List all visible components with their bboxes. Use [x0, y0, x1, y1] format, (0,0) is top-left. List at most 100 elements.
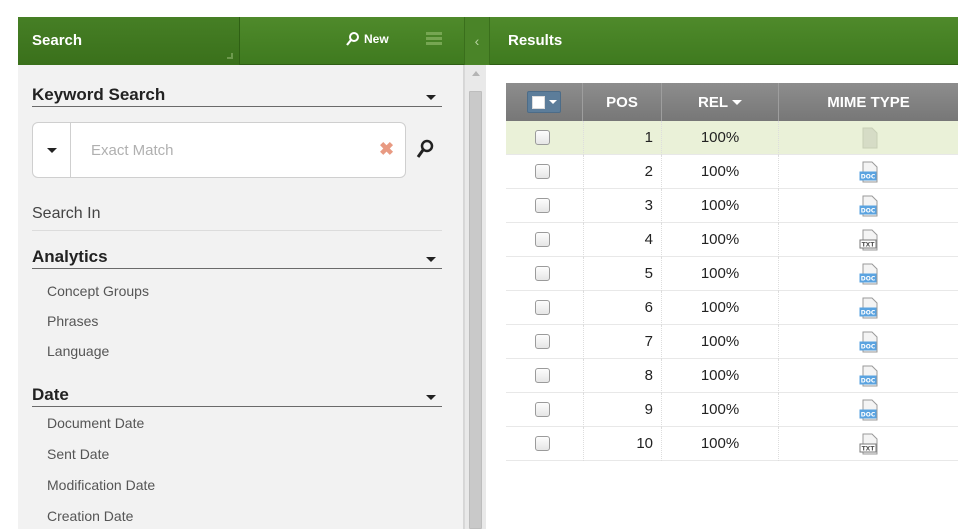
- analytics-section[interactable]: Analytics: [32, 245, 442, 269]
- keyword-search-heading: Keyword Search: [32, 85, 166, 104]
- row-checkbox[interactable]: [535, 368, 550, 383]
- search-panel-scrollbar[interactable]: [464, 65, 486, 529]
- match-type-dropdown[interactable]: [33, 123, 71, 177]
- row-pos: 10: [583, 427, 662, 461]
- doc-file-icon: DOC: [859, 365, 878, 387]
- doc-file-icon: DOC: [859, 195, 878, 217]
- row-pos: 7: [583, 325, 662, 359]
- chevron-down-icon: [426, 95, 436, 100]
- clear-icon[interactable]: ✖: [379, 140, 395, 158]
- keyword-search-box: ✖: [32, 122, 406, 178]
- filter-language[interactable]: Language: [47, 343, 109, 359]
- date-heading: Date: [32, 385, 69, 404]
- row-checkbox[interactable]: [535, 402, 550, 417]
- menu-icon[interactable]: [426, 32, 442, 46]
- new-search-button[interactable]: New: [346, 29, 389, 49]
- chevron-down-icon: [549, 100, 557, 104]
- new-search-label: New: [364, 32, 389, 46]
- filter-sent-date[interactable]: Sent Date: [47, 446, 109, 462]
- column-header-rel[interactable]: REL: [662, 83, 779, 121]
- row-checkbox[interactable]: [535, 300, 550, 315]
- rel-header-label: REL: [698, 93, 728, 111]
- table-row[interactable]: 1 100%: [506, 121, 958, 155]
- mime-badge-label: DOC: [861, 276, 876, 283]
- checkbox-icon: [532, 95, 545, 109]
- results-table-header: POS REL MIME TYPE: [506, 83, 958, 121]
- mime-badge-label: DOC: [861, 310, 876, 317]
- doc-file-icon: DOC: [859, 331, 878, 353]
- row-checkbox[interactable]: [535, 232, 550, 247]
- mime-badge-label: DOC: [861, 208, 876, 215]
- txt-file-icon: TXT: [859, 229, 878, 251]
- keyword-search-section[interactable]: Keyword Search: [32, 83, 442, 107]
- row-relevance: 100%: [662, 291, 779, 325]
- top-header: Search New ‹ Results: [18, 17, 958, 65]
- row-relevance: 100%: [662, 155, 779, 189]
- analytics-heading: Analytics: [32, 247, 108, 266]
- generic-file-icon: [862, 127, 878, 149]
- filter-modification-date[interactable]: Modification Date: [47, 477, 155, 493]
- row-relevance: 100%: [662, 257, 779, 291]
- chevron-down-icon: [426, 395, 436, 400]
- table-row[interactable]: 4 100% TXT: [506, 223, 958, 257]
- row-checkbox[interactable]: [535, 164, 550, 179]
- row-pos: 4: [583, 223, 662, 257]
- row-checkbox[interactable]: [535, 266, 550, 281]
- txt-file-icon: TXT: [859, 433, 878, 455]
- mime-badge-label: DOC: [861, 174, 876, 181]
- column-header-pos[interactable]: POS: [583, 83, 662, 121]
- row-relevance: 100%: [662, 189, 779, 223]
- row-checkbox[interactable]: [535, 198, 550, 213]
- row-pos: 5: [583, 257, 662, 291]
- search-icon: [346, 32, 359, 46]
- row-relevance: 100%: [662, 223, 779, 257]
- search-panel-title: Search: [32, 32, 83, 49]
- table-row[interactable]: 8 100% DOC: [506, 359, 958, 393]
- table-row[interactable]: 5 100% DOC: [506, 257, 958, 291]
- row-pos: 1: [583, 121, 662, 155]
- mime-badge-label: TXT: [862, 446, 876, 453]
- table-row[interactable]: 7 100% DOC: [506, 325, 958, 359]
- row-relevance: 100%: [662, 121, 779, 155]
- column-header-mime[interactable]: MIME TYPE: [779, 83, 958, 121]
- row-relevance: 100%: [662, 393, 779, 427]
- search-icon[interactable]: [416, 139, 434, 159]
- mime-badge-label: DOC: [861, 344, 876, 351]
- results-panel-title: Results: [508, 32, 563, 49]
- filter-concept-groups[interactable]: Concept Groups: [47, 283, 149, 299]
- select-all-header: [506, 83, 583, 121]
- mime-badge-label: DOC: [861, 378, 876, 385]
- row-pos: 8: [583, 359, 662, 393]
- table-row[interactable]: 10 100% TXT: [506, 427, 958, 461]
- table-row[interactable]: 6 100% DOC: [506, 291, 958, 325]
- filter-document-date[interactable]: Document Date: [47, 415, 144, 431]
- table-row[interactable]: 2 100% DOC: [506, 155, 958, 189]
- row-checkbox[interactable]: [535, 436, 550, 451]
- collapse-panel-button[interactable]: ‹: [464, 17, 490, 65]
- row-checkbox[interactable]: [535, 334, 550, 349]
- table-row[interactable]: 3 100% DOC: [506, 189, 958, 223]
- select-all-checkbox[interactable]: [527, 91, 561, 113]
- scroll-up-icon[interactable]: [472, 71, 480, 76]
- row-relevance: 100%: [662, 427, 779, 461]
- mime-header-label: MIME TYPE: [827, 93, 910, 111]
- date-section[interactable]: Date: [32, 383, 442, 407]
- scroll-thumb[interactable]: [469, 91, 482, 529]
- row-checkbox[interactable]: [535, 130, 550, 145]
- doc-file-icon: DOC: [859, 263, 878, 285]
- search-panel-header: Search: [18, 17, 240, 65]
- filter-creation-date[interactable]: Creation Date: [47, 508, 133, 524]
- doc-file-icon: DOC: [859, 297, 878, 319]
- chevron-left-icon: ‹: [474, 33, 480, 49]
- resize-handle-icon[interactable]: [227, 53, 233, 59]
- filter-phrases[interactable]: Phrases: [47, 313, 98, 329]
- row-relevance: 100%: [662, 359, 779, 393]
- row-pos: 2: [583, 155, 662, 189]
- mime-badge-label: DOC: [861, 412, 876, 419]
- keyword-search-input[interactable]: [73, 124, 363, 176]
- row-pos: 9: [583, 393, 662, 427]
- table-row[interactable]: 9 100% DOC: [506, 393, 958, 427]
- row-relevance: 100%: [662, 325, 779, 359]
- search-panel: Keyword Search ✖ Search In Analytics Con…: [18, 65, 464, 529]
- doc-file-icon: DOC: [859, 399, 878, 421]
